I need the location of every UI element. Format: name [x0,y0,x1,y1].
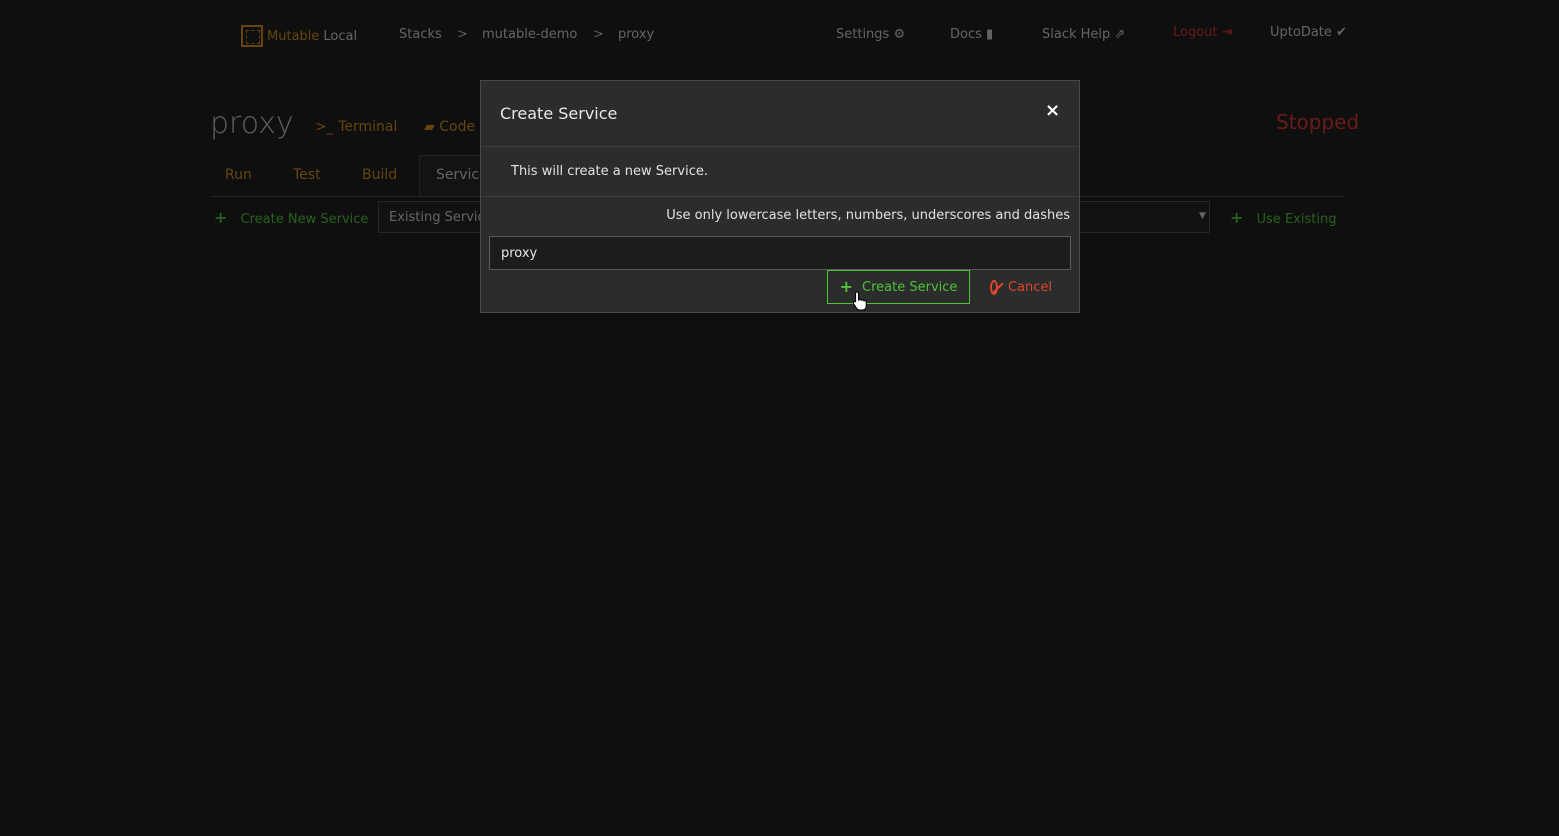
create-service-button[interactable]: + Create Service [827,270,970,304]
cancel-label: Cancel [1007,279,1052,295]
modal-header-divider [481,146,1079,147]
service-name-input[interactable] [489,236,1071,270]
cancel-button[interactable]: Cancel [984,270,1058,304]
modal-body-divider [481,196,1079,197]
create-service-label: Create Service [862,279,958,295]
name-hint: Use only lowercase letters, numbers, und… [666,208,1070,223]
modal-title: Create Service [500,104,618,123]
close-icon[interactable]: × [1045,100,1060,121]
ban-icon [990,279,998,295]
modal-description: This will create a new Service. [511,164,708,179]
plus-icon: + [839,277,854,296]
hand-pointer-icon [852,291,867,311]
